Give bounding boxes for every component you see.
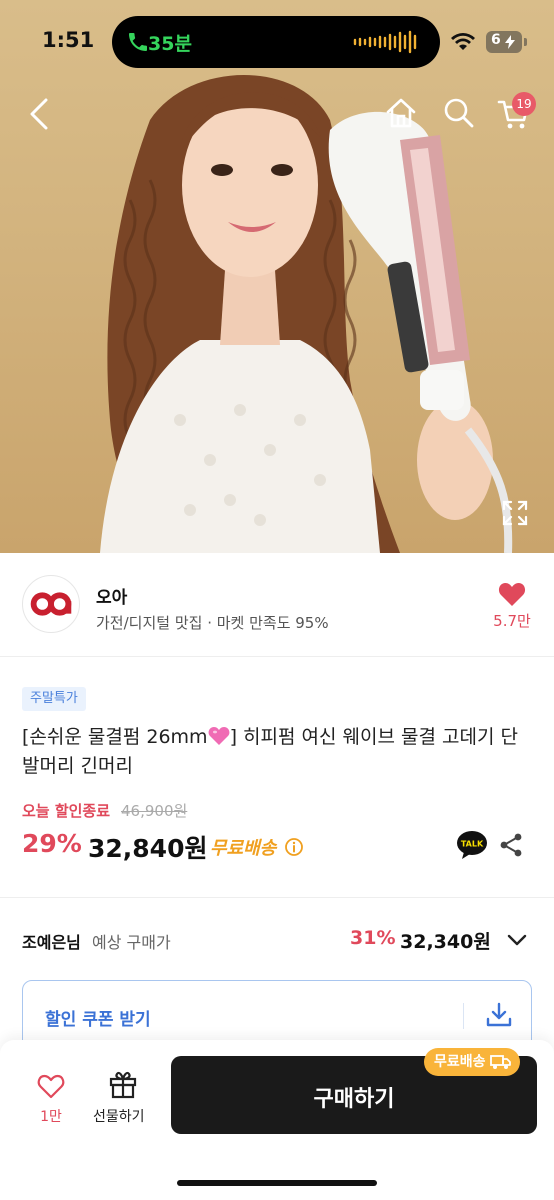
seller-description: 가전/디지털 맛집 · 마켓 만족도 95% [96,614,329,632]
seller-like-count: 5.7만 [493,612,531,630]
back-icon[interactable] [24,96,56,132]
gift-icon[interactable] [108,1069,138,1099]
member-discount-rate: 31% [350,927,396,949]
free-shipping-badge-label: 무료배송 [434,1054,486,1070]
battery-indicator: 6 [486,31,522,53]
dynamic-island[interactable]: 35분 [112,16,440,68]
sale-price: 32,840원 [88,834,208,863]
search-icon[interactable] [442,96,476,130]
charging-bolt-icon [505,35,515,49]
section-divider [0,897,554,898]
chevron-down-icon[interactable] [506,930,528,950]
discount-rate: 29% [22,829,82,858]
free-shipping-label: 무료배송 [210,838,277,859]
wishlist-heart-icon[interactable] [37,1073,65,1099]
bottom-action-bar: 1만 선물하기 구매하기 무료배송 [0,1040,554,1200]
audio-wave-icon [353,30,417,54]
product-image[interactable]: 1:51 35분 6 19 [0,0,554,553]
seller-logo-mark [30,592,72,616]
member-name: 조예은님 [22,933,81,952]
cart-count-badge: 19 [512,92,536,116]
gift-label[interactable]: 선물하기 [93,1106,145,1126]
buy-button-label: 구매하기 [313,1087,395,1112]
product-photo [100,75,513,553]
svg-text:TALK: TALK [461,840,484,849]
fullscreen-icon[interactable] [502,500,528,526]
battery-level: 6 [491,32,501,48]
pink-heart-icon [208,727,229,745]
info-icon[interactable] [284,837,304,857]
call-duration: 35분 [148,33,192,55]
status-time: 1:51 [42,28,95,52]
member-expected-price: 32,340원 [400,931,491,953]
coupon-separator [463,1003,464,1029]
free-shipping-badge: 무료배송 [424,1048,520,1076]
truck-icon [489,1055,511,1069]
coupon-label: 할인 쿠폰 받기 [45,1010,151,1030]
kakaotalk-icon[interactable]: TALK [456,830,488,860]
promo-tag: 주말특가 [22,687,86,711]
member-price-label: 예상 구매가 [92,933,171,952]
wishlist-count: 1만 [40,1109,62,1125]
product-title-part1: [손쉬운 물결펌 26mm [22,726,208,748]
home-indicator [177,1180,377,1186]
phone-icon [129,33,147,51]
seller-section[interactable]: 오아 가전/디지털 맛집 · 마켓 만족도 95% 5.7만 [0,553,554,657]
wifi-icon [451,33,475,50]
share-icon[interactable] [498,832,524,858]
original-price: 46,900원 [121,802,188,820]
download-icon[interactable] [485,1001,513,1029]
seller-name[interactable]: 오아 [96,583,127,608]
heart-icon[interactable] [498,581,526,607]
product-title: [손쉬운 물결펌 26mm ] 히피펌 여신 웨이브 물결 고데기 단발머리 긴… [22,723,532,781]
home-icon[interactable] [384,96,418,130]
battery-tip [524,38,527,46]
seller-logo[interactable] [22,575,80,633]
sale-end-label: 오늘 할인종료 [22,802,111,820]
